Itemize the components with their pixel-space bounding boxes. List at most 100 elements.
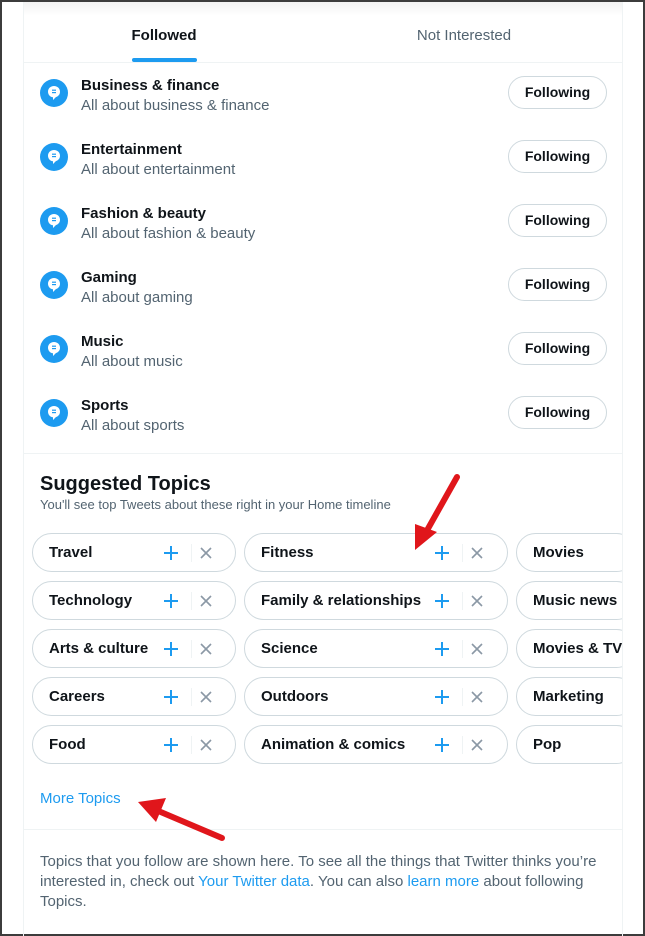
active-tab-indicator [132, 58, 197, 62]
topic-description: All about fashion & beauty [81, 225, 256, 242]
topic-description: All about gaming [81, 289, 193, 306]
suggested-topic-chip[interactable]: Science [244, 629, 508, 668]
learn-more-link[interactable]: learn more [408, 873, 480, 890]
topic-bubble-icon [40, 143, 68, 171]
suggested-topic-chip[interactable]: Outdoors [244, 677, 508, 716]
topics-tabs: Followed Not Interested [24, 2, 622, 63]
following-button[interactable]: Following [508, 204, 607, 237]
follow-plus-icon[interactable] [432, 639, 452, 659]
suggested-topic-label: Pop [533, 736, 562, 753]
suggested-topic-chip[interactable]: Careers [32, 677, 236, 716]
suggested-topic-chip[interactable]: Technology [32, 581, 236, 620]
dismiss-x-icon[interactable] [468, 688, 486, 706]
topic-description: All about sports [81, 417, 185, 434]
your-twitter-data-link[interactable]: Your Twitter data [198, 873, 310, 890]
followed-topic-row[interactable]: Gaming All about gaming Following [24, 258, 622, 322]
suggested-topic-label: Marketing [533, 688, 604, 705]
chip-divider [191, 640, 192, 658]
suggested-topic-chip[interactable]: Animation & comics [244, 725, 508, 764]
suggested-topic-chip[interactable]: Food [32, 725, 236, 764]
topic-bubble-icon [40, 399, 68, 427]
tab-not-interested[interactable]: Not Interested [324, 2, 604, 63]
followed-topic-row[interactable]: Music All about music Following [24, 322, 622, 386]
suggested-topics-subtitle: You'll see top Tweets about these right … [40, 497, 391, 512]
chip-divider [462, 544, 463, 562]
suggested-topic-chip[interactable]: Movies [516, 533, 622, 572]
suggested-topic-chip[interactable]: Movies & TV [516, 629, 623, 668]
tab-followed[interactable]: Followed [24, 2, 304, 63]
suggested-topic-label: Science [261, 640, 318, 657]
suggested-topic-label: Food [49, 736, 86, 753]
footer-divider [24, 829, 622, 830]
topic-name: Entertainment [81, 141, 182, 158]
topic-name: Business & finance [81, 77, 220, 94]
suggested-topic-chip[interactable]: Family & relationships [244, 581, 508, 620]
followed-topic-row[interactable]: Business & finance All about business & f… [24, 66, 622, 130]
chip-divider [462, 688, 463, 706]
chip-divider [462, 736, 463, 754]
section-divider [24, 453, 622, 454]
more-topics-link[interactable]: More Topics [40, 790, 121, 807]
suggested-topic-chip[interactable]: Pop [516, 725, 622, 764]
chip-divider [462, 592, 463, 610]
suggested-topic-chip[interactable]: Arts & culture [32, 629, 236, 668]
footer-text-2: . You can also [309, 873, 408, 890]
topic-bubble-icon [40, 335, 68, 363]
topic-name: Music [81, 333, 124, 350]
follow-plus-icon[interactable] [161, 543, 181, 563]
follow-plus-icon[interactable] [432, 543, 452, 563]
dismiss-x-icon[interactable] [197, 640, 215, 658]
dismiss-x-icon[interactable] [468, 592, 486, 610]
suggested-topic-label: Outdoors [261, 688, 329, 705]
topics-panel: Followed Not Interested Business & finan… [23, 2, 623, 936]
topic-bubble-icon [40, 79, 68, 107]
following-button[interactable]: Following [508, 76, 607, 109]
follow-plus-icon[interactable] [161, 687, 181, 707]
dismiss-x-icon[interactable] [468, 544, 486, 562]
chip-divider [191, 544, 192, 562]
follow-plus-icon[interactable] [432, 735, 452, 755]
dismiss-x-icon[interactable] [197, 688, 215, 706]
dismiss-x-icon[interactable] [197, 544, 215, 562]
follow-plus-icon[interactable] [161, 639, 181, 659]
chip-divider [191, 592, 192, 610]
chip-divider [462, 640, 463, 658]
followed-topic-row[interactable]: Fashion & beauty All about fashion & beau… [24, 194, 622, 258]
topic-name: Sports [81, 397, 129, 414]
dismiss-x-icon[interactable] [197, 592, 215, 610]
dismiss-x-icon[interactable] [468, 736, 486, 754]
suggested-topic-chip[interactable]: Travel [32, 533, 236, 572]
topic-name: Fashion & beauty [81, 205, 207, 222]
followed-topic-row[interactable]: Entertainment All about entertainment Foll… [24, 130, 622, 194]
following-button[interactable]: Following [508, 332, 607, 365]
suggested-topic-label: Movies [533, 544, 584, 561]
dismiss-x-icon[interactable] [468, 640, 486, 658]
dismiss-x-icon[interactable] [197, 736, 215, 754]
chip-divider [191, 736, 192, 754]
suggested-topic-label: Arts & culture [49, 640, 149, 657]
followed-topic-row[interactable]: Sports All about sports Following [24, 386, 622, 450]
suggested-topic-label: Music news [533, 592, 618, 609]
suggested-topic-label: Technology [49, 592, 133, 609]
follow-plus-icon[interactable] [161, 735, 181, 755]
topic-description: All about entertainment [81, 161, 236, 178]
suggested-topic-chip[interactable]: Music news [516, 581, 622, 620]
follow-plus-icon[interactable] [432, 591, 452, 611]
chip-divider [191, 688, 192, 706]
suggested-topic-label: Travel [49, 544, 93, 561]
follow-plus-icon[interactable] [432, 687, 452, 707]
topic-bubble-icon [40, 271, 68, 299]
following-button[interactable]: Following [508, 396, 607, 429]
topic-description: All about music [81, 353, 183, 370]
suggested-topic-label: Movies & TV [533, 640, 623, 657]
following-button[interactable]: Following [508, 268, 607, 301]
topic-name: Gaming [81, 269, 137, 286]
screenshot-frame: Followed Not Interested Business & finan… [0, 0, 645, 936]
topics-footer-note: Topics that you follow are shown here. T… [40, 852, 600, 912]
suggested-topic-chip[interactable]: Marketing [516, 677, 622, 716]
suggested-topic-label: Family & relationships [261, 592, 422, 609]
suggested-topic-chip[interactable]: Fitness [244, 533, 508, 572]
following-button[interactable]: Following [508, 140, 607, 173]
topic-description: All about business & finance [81, 97, 270, 114]
follow-plus-icon[interactable] [161, 591, 181, 611]
